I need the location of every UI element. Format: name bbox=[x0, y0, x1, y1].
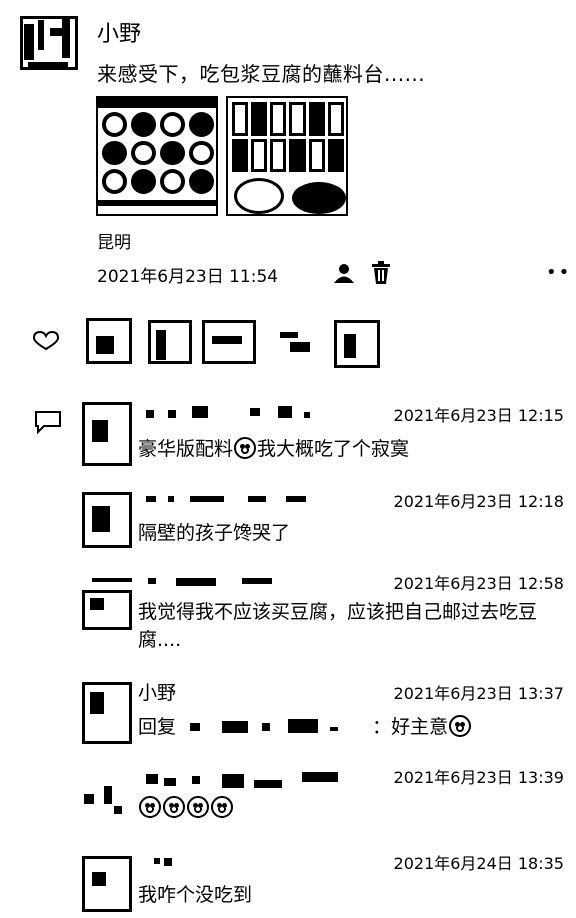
comment-time: 2021年6月23日 12:15 bbox=[393, 406, 564, 425]
comment-time: 2021年6月24日 18:35 bbox=[393, 854, 564, 873]
author-avatar[interactable] bbox=[18, 12, 80, 74]
like-avatar[interactable] bbox=[148, 320, 192, 364]
comment-bubble-icon bbox=[35, 411, 61, 434]
commenter-name[interactable]: 小野 bbox=[138, 678, 176, 705]
drooling-emoji-icon bbox=[139, 796, 161, 818]
drooling-emoji-icon bbox=[187, 796, 209, 818]
comment-time: 2021年6月23日 13:37 bbox=[393, 684, 564, 703]
comment-item: 2021年6月24日 18:35 我咋个没吃到 bbox=[82, 846, 576, 916]
comment-text: 我觉得我不应该买豆腐，应该把自己邮过去吃豆腐.... bbox=[138, 601, 538, 651]
comment-item: 2021年6月23日 12:58 我觉得我不应该买豆腐，应该把自己邮过去吃豆腐.… bbox=[82, 568, 576, 664]
commenter-name[interactable] bbox=[146, 406, 356, 420]
comment-text: 回复 ：好主意 bbox=[138, 712, 568, 739]
post-author-name[interactable]: 小野 bbox=[97, 16, 141, 48]
comment-text: 我咋个没吃到 bbox=[138, 884, 253, 906]
comment-time: 2021年6月23日 12:18 bbox=[393, 492, 564, 511]
commenter-name[interactable] bbox=[154, 856, 194, 868]
post-image-1[interactable] bbox=[96, 96, 218, 216]
drooling-emoji-icon bbox=[211, 796, 233, 818]
post-location[interactable]: 昆明 bbox=[97, 228, 131, 253]
comment-text: 豪华版配料 我大概吃了个寂寞 bbox=[138, 434, 409, 461]
reply-suffix: ：好主意 bbox=[372, 716, 449, 738]
comment-text bbox=[138, 796, 234, 819]
like-avatar[interactable] bbox=[280, 332, 326, 352]
commenter-avatar[interactable] bbox=[82, 784, 132, 824]
comment-time: 2021年6月23日 13:39 bbox=[393, 768, 564, 787]
comment-item: 2021年6月23日 12:15 豪华版配料 我大概吃了个寂寞 bbox=[82, 400, 576, 470]
tongue-emoji-icon bbox=[234, 437, 257, 459]
comment-text-part: 我大概吃了个寂寞 bbox=[257, 438, 410, 460]
comment-item: 小野 2021年6月23日 13:37 回复 ：好主意 bbox=[82, 676, 576, 746]
post-timestamp: 2021年6月23日 11:54 bbox=[97, 267, 279, 287]
post-text: 来感受下，吃包浆豆腐的蘸料台...... bbox=[97, 62, 426, 86]
comment-item: 2021年6月23日 13:39 bbox=[82, 760, 576, 830]
post-image-2[interactable] bbox=[226, 96, 348, 216]
visibility-person-icon[interactable] bbox=[332, 262, 356, 284]
drooling-emoji-icon bbox=[163, 796, 185, 818]
reply-prefix: 回复 bbox=[138, 716, 177, 738]
commenter-name[interactable] bbox=[92, 576, 292, 588]
more-options-button[interactable]: •• bbox=[546, 262, 571, 283]
commenter-name[interactable] bbox=[146, 494, 356, 506]
comment-text: 隔壁的孩子馋哭了 bbox=[138, 522, 291, 544]
comment-text-part: 豪华版配料 bbox=[138, 438, 234, 460]
commenter-avatar[interactable] bbox=[82, 856, 132, 912]
trash-icon[interactable] bbox=[370, 261, 392, 285]
like-avatar[interactable] bbox=[334, 320, 380, 368]
likes-list bbox=[72, 310, 392, 370]
comment-item: 2021年6月23日 12:18 隔壁的孩子馋哭了 bbox=[82, 484, 576, 554]
like-heart-icon bbox=[32, 330, 60, 350]
commenter-name[interactable] bbox=[146, 772, 366, 792]
comment-time: 2021年6月23日 12:58 bbox=[393, 574, 564, 593]
reply-target-name[interactable] bbox=[182, 719, 372, 735]
laughing-emoji-icon bbox=[449, 715, 472, 737]
commenter-avatar[interactable] bbox=[82, 590, 132, 630]
